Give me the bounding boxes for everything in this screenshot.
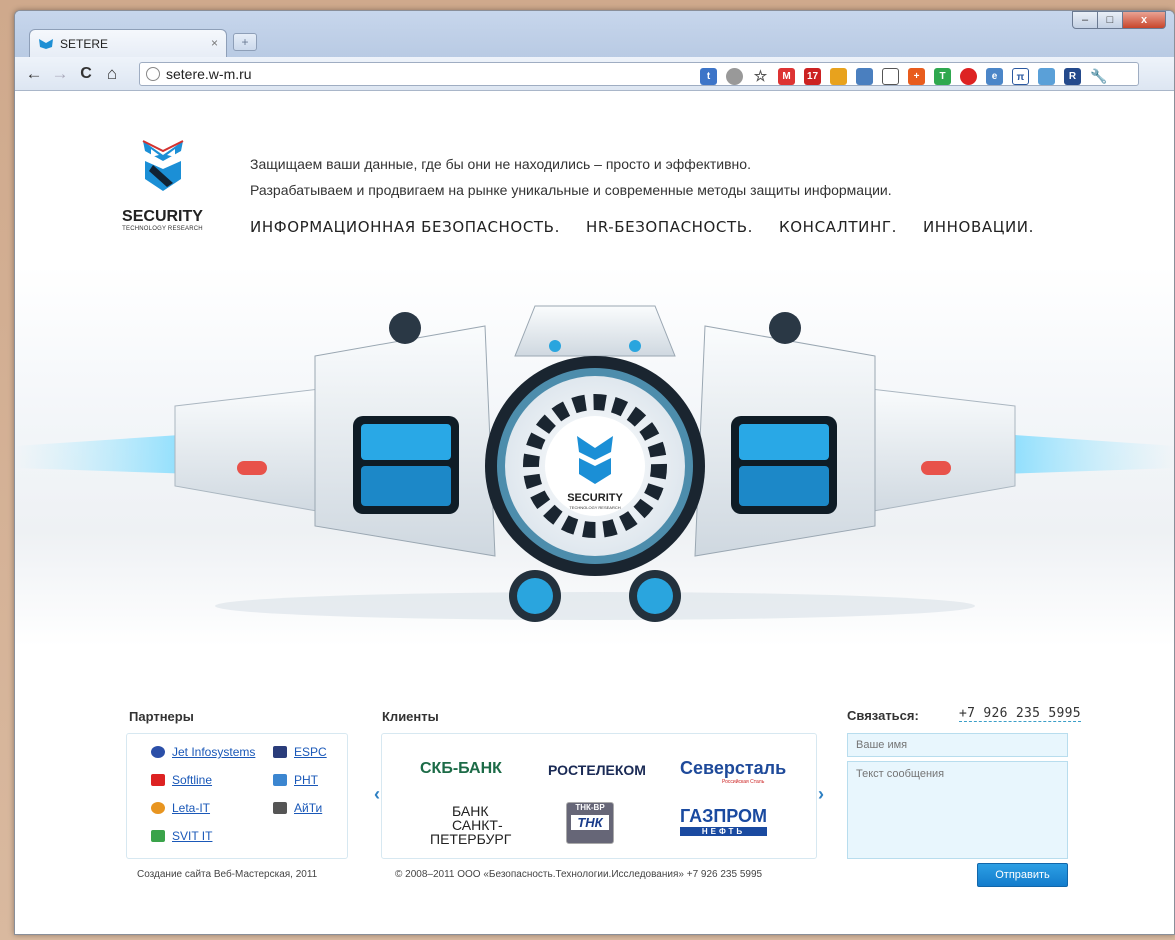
logo-subtitle: TECHNOLOGY RESEARCH <box>122 226 203 232</box>
menu-item-consulting[interactable]: КОНСАЛТИНГ. <box>779 218 897 236</box>
ie-icon[interactable]: e <box>986 68 1003 85</box>
contact-title: Связаться: <box>847 708 919 723</box>
logo-name: SECURITY <box>122 208 203 225</box>
browser-window: SETERE × + – □ x ← → C ⌂ setere.w-m.ru t… <box>14 10 1175 935</box>
close-window-button[interactable]: x <box>1122 11 1166 29</box>
wrench-icon[interactable]: 🔧 <box>1090 68 1107 85</box>
minimize-button[interactable]: – <box>1072 11 1098 29</box>
address-bar[interactable]: setere.w-m.ru t ☆ M 17 + T e π R 🔧 <box>139 62 1139 86</box>
partner-leta-it[interactable]: Leta-IT <box>151 794 255 822</box>
client-bank-spb[interactable]: БАНК САНКТ- ПЕТЕРБУРГ <box>430 804 511 846</box>
partner-espc[interactable]: ESPC <box>273 738 327 766</box>
owl-logo-icon <box>142 140 183 191</box>
new-tab-button[interactable]: + <box>233 33 257 51</box>
clients-title: Клиенты <box>382 709 439 724</box>
plus-icon[interactable]: + <box>908 68 925 85</box>
hero-banner: SECURITY TECHNOLOGY RESEARCH <box>15 266 1174 646</box>
leta-logo-icon <box>151 802 165 814</box>
reload-button[interactable]: C <box>73 65 99 83</box>
globe-icon <box>146 67 160 81</box>
web-page: SECURITY TECHNOLOGY RESEARCH Защищаем ва… <box>15 91 1174 934</box>
hero-badge-subtitle: TECHNOLOGY RESEARCH <box>569 505 620 510</box>
extension-icons: t ☆ M 17 + T e π R 🔧 <box>700 68 1107 85</box>
ait-logo-icon <box>273 802 287 814</box>
send-button[interactable]: Отправить <box>977 863 1068 887</box>
menu-item-hr-security[interactable]: HR-БЕЗОПАСНОСТЬ. <box>586 218 753 236</box>
softline-logo-icon <box>151 774 165 786</box>
hero-badge-name: SECURITY <box>567 492 623 504</box>
tagline-line1: Защищаем ваши данные, где бы они не нахо… <box>250 156 751 172</box>
name-input[interactable] <box>847 733 1068 757</box>
contact-phone[interactable]: +7 926 235 5995 <box>959 706 1081 722</box>
calendar-icon[interactable]: 17 <box>804 68 821 85</box>
partner-jet-infosystems[interactable]: Jet Infosystems <box>151 738 255 766</box>
people-icon[interactable] <box>856 68 873 85</box>
copyright: © 2008–2011 ООО «Безопасность.Технологии… <box>395 869 763 880</box>
partners-box: Jet Infosystems Softline Leta-IT SVIT IT… <box>126 733 348 859</box>
browser-toolbar: ← → C ⌂ setere.w-m.ru t ☆ M 17 + T e π R… <box>15 57 1174 91</box>
home-button[interactable]: ⌂ <box>99 64 125 84</box>
partner-ait[interactable]: АйТи <box>273 794 327 822</box>
carousel-prev-button[interactable]: ‹ <box>374 784 380 805</box>
browser-tab[interactable]: SETERE × <box>29 29 227 57</box>
cards-icon[interactable] <box>830 68 847 85</box>
tab-bar: SETERE × + – □ x <box>15 11 1174 59</box>
window-controls: – □ x <box>1072 11 1166 29</box>
client-severstal-subtitle: Российская Сталь <box>722 779 765 785</box>
svit-logo-icon <box>151 830 165 842</box>
record-icon[interactable] <box>960 68 977 85</box>
forward-button[interactable]: → <box>47 64 73 84</box>
site-logo[interactable]: SECURITY TECHNOLOGY RESEARCH <box>115 139 210 232</box>
client-severstal[interactable]: Северсталь <box>680 758 786 779</box>
client-gazprom-neft[interactable]: ГАЗПРОМ НЕФТЬ <box>680 806 768 836</box>
client-tnk-bp[interactable]: ТНК-ВР ТНК <box>566 802 614 844</box>
partner-rnt[interactable]: РНТ <box>273 766 327 794</box>
clients-carousel: ‹ › СКБ-БАНК РОСТЕЛЕКОМ Северсталь Росси… <box>374 733 824 859</box>
tab-close-icon[interactable]: × <box>211 36 218 50</box>
rnt-logo-icon <box>273 774 287 786</box>
feather-icon[interactable] <box>1038 68 1055 85</box>
partner-svit-it[interactable]: SVIT IT <box>151 822 255 850</box>
star-icon[interactable]: ☆ <box>752 68 769 85</box>
partner-softline[interactable]: Softline <box>151 766 255 794</box>
url-text: setere.w-m.ru <box>166 66 252 82</box>
partners-list-col1: Jet Infosystems Softline Leta-IT SVIT IT <box>151 738 255 850</box>
partners-title: Партнеры <box>129 709 194 724</box>
spaceship-illustration: SECURITY TECHNOLOGY RESEARCH <box>15 305 1174 622</box>
jet-logo-icon <box>151 746 165 758</box>
t-icon[interactable]: T <box>934 68 951 85</box>
gmail-icon[interactable]: M <box>778 68 795 85</box>
maximize-button[interactable]: □ <box>1097 11 1123 29</box>
tagline-line2: Разрабатываем и продвигаем на рынке уник… <box>250 182 892 198</box>
lightbulb-icon[interactable] <box>726 68 743 85</box>
r-icon[interactable]: R <box>1064 68 1081 85</box>
carousel-next-button[interactable]: › <box>818 784 824 805</box>
pi-icon[interactable]: π <box>1012 68 1029 85</box>
message-textarea[interactable] <box>847 761 1068 859</box>
partners-list-col2: ESPC РНТ АйТи <box>273 738 327 822</box>
bookmark-icon[interactable]: t <box>700 68 717 85</box>
main-menu: ИНФОРМАЦИОННАЯ БЕЗОПАСНОСТЬ. HR-БЕЗОПАСН… <box>250 218 1034 236</box>
menu-item-innovation[interactable]: ИННОВАЦИИ. <box>923 218 1034 236</box>
espc-logo-icon <box>273 746 287 758</box>
keyboard-icon[interactable] <box>882 68 899 85</box>
favicon-owl-icon <box>39 38 53 49</box>
back-button[interactable]: ← <box>21 64 47 84</box>
client-skb-bank[interactable]: СКБ-БАНК <box>420 760 502 778</box>
site-credit: Создание сайта Веб-Мастерская, 2011 <box>137 869 318 880</box>
menu-item-infosec[interactable]: ИНФОРМАЦИОННАЯ БЕЗОПАСНОСТЬ. <box>250 218 560 236</box>
client-rostelecom[interactable]: РОСТЕЛЕКОМ <box>548 762 646 778</box>
tab-title: SETERE <box>60 36 109 51</box>
